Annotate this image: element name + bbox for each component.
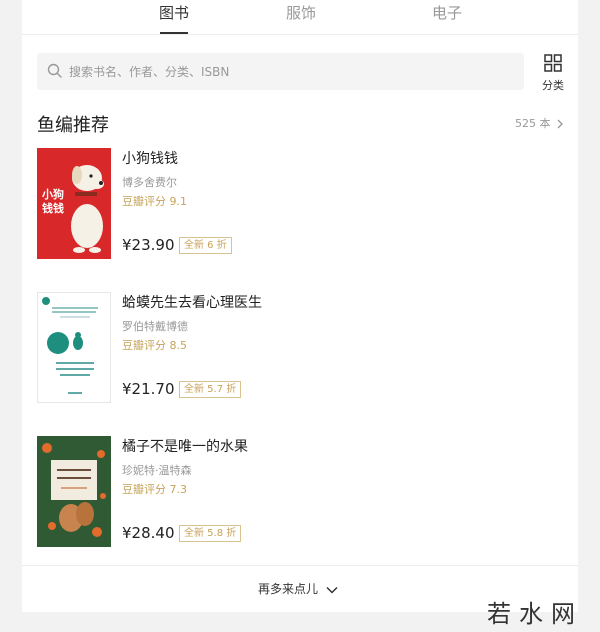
book-title[interactable]: 橘子不是唯一的水果: [122, 436, 248, 456]
book-rating: 豆瓣评分 9.1: [122, 195, 187, 208]
divider: [22, 565, 578, 566]
category-tabs: 图书 服饰 电子: [22, 0, 578, 35]
section-count: 525 本: [515, 117, 551, 130]
tab-books[interactable]: 图书: [134, 2, 214, 23]
bookstore-panel: 图书 服饰 电子 分类 鱼编推荐 525 本: [22, 0, 578, 612]
book-title[interactable]: 蛤蟆先生去看心理医生: [122, 292, 262, 312]
book-item[interactable]: 橘子不是唯一的水果 珍妮特·温特森 豆瓣评分 7.3 ¥28.40 全新 5.8…: [37, 436, 562, 548]
book-author: 罗伯特戴博德: [122, 320, 188, 333]
tab-electronics[interactable]: 电子: [407, 2, 487, 23]
svg-text:小狗: 小狗: [41, 187, 64, 201]
site-watermark: 若水网: [487, 600, 583, 628]
book-cover[interactable]: 小狗 钱钱: [37, 148, 111, 259]
book-price: ¥21.70: [122, 380, 175, 398]
book-item[interactable]: 小狗 钱钱 小狗钱钱 博多舍费尔 豆瓣评分 9.1 ¥23.90 全新 6 折: [37, 148, 562, 260]
section-count-link[interactable]: 525 本: [515, 115, 564, 131]
book-cover[interactable]: [37, 436, 111, 547]
book-cover[interactable]: [37, 292, 111, 403]
active-tab-indicator: [160, 32, 188, 34]
load-more-label: 再多来点儿: [258, 582, 319, 596]
book-title[interactable]: 小狗钱钱: [122, 148, 178, 168]
book-item[interactable]: 蛤蟆先生去看心理医生 罗伯特戴博德 豆瓣评分 8.5 ¥21.70 全新 5.7…: [37, 292, 562, 404]
category-label: 分类: [542, 79, 564, 92]
grid-icon: [544, 54, 562, 76]
book-author: 博多舍费尔: [122, 176, 177, 189]
chevron-right-icon: [557, 119, 563, 129]
condition-discount-badge: 全新 5.7 折: [179, 381, 242, 398]
chevron-down-icon: [326, 586, 338, 594]
book-price: ¥23.90: [122, 236, 175, 254]
search-icon: [47, 63, 63, 83]
book-author: 珍妮特·温特森: [122, 464, 192, 477]
section-title: 鱼编推荐: [37, 115, 109, 136]
svg-text:钱钱: 钱钱: [42, 201, 64, 215]
book-rating: 豆瓣评分 7.3: [122, 483, 187, 496]
load-more-button[interactable]: 再多来点儿: [258, 580, 338, 597]
condition-discount-badge: 全新 5.8 折: [179, 525, 242, 542]
category-button[interactable]: 分类: [537, 54, 569, 92]
condition-discount-badge: 全新 6 折: [179, 237, 232, 254]
book-price: ¥28.40: [122, 524, 175, 542]
search-bar[interactable]: [37, 53, 524, 90]
search-input[interactable]: [69, 53, 509, 90]
tab-clothing[interactable]: 服饰: [261, 2, 341, 23]
book-rating: 豆瓣评分 8.5: [122, 339, 187, 352]
